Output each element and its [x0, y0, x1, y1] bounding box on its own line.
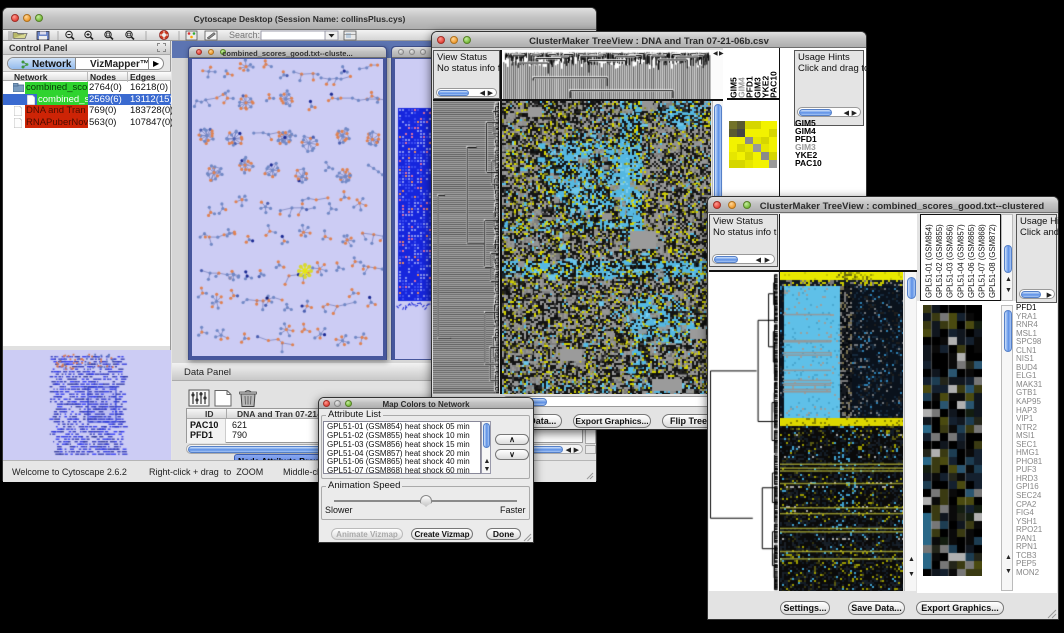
- svg-text:GPL51-02 (GSM855): GPL51-02 (GSM855): [935, 224, 944, 298]
- svg-text:Search:: Search:: [229, 30, 260, 40]
- svg-text:GPL51-07 (GSM868): GPL51-07 (GSM868): [978, 224, 987, 298]
- svg-text:GPL51-06 (GSM865): GPL51-06 (GSM865): [967, 224, 976, 298]
- svg-text:GPL51-08 (GSM872): GPL51-08 (GSM872): [988, 224, 997, 298]
- svg-text:GPL51-01 (GSM854): GPL51-01 (GSM854): [925, 224, 934, 298]
- svg-text:GPL51-03 (GSM856): GPL51-03 (GSM856): [946, 224, 955, 298]
- svg-text:PAC10: PAC10: [769, 71, 779, 98]
- svg-text:GPL51-04 (GSM857): GPL51-04 (GSM857): [956, 224, 965, 298]
